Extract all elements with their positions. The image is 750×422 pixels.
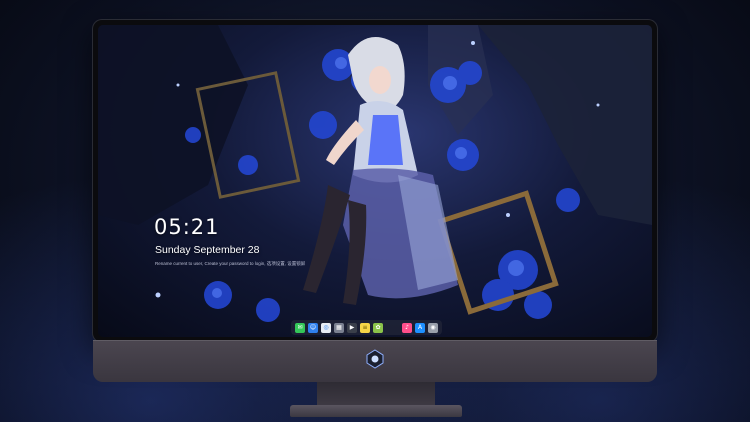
- lock-date: Sunday September 28: [155, 244, 260, 256]
- finder-icon[interactable]: ☺: [308, 322, 318, 333]
- lock-clock: 05:21: [154, 215, 220, 239]
- safari-icon[interactable]: ◎: [321, 322, 331, 333]
- monitor: 05:21 Sunday September 28 Rename current…: [93, 20, 657, 382]
- monitor-chin: [93, 340, 657, 382]
- monitor-bezel: 05:21 Sunday September 28 Rename current…: [93, 20, 657, 342]
- photos-icon[interactable]: ✿: [373, 322, 383, 333]
- dock: ✉ ☺ ◎ ▦ ▶ ≡ ✿ ♪ A ◉: [291, 320, 442, 335]
- music-icon[interactable]: ♪: [402, 322, 412, 333]
- lock-screen[interactable]: 05:21 Sunday September 28 Rename current…: [98, 25, 652, 337]
- messages-icon[interactable]: ✉: [295, 322, 305, 333]
- brand-logo-icon: [366, 349, 384, 369]
- video-icon[interactable]: ▶: [347, 322, 357, 333]
- wallpaper: [98, 25, 652, 322]
- appstore-icon[interactable]: A: [415, 322, 425, 333]
- launchpad-icon[interactable]: ▦: [334, 322, 344, 333]
- notes-icon[interactable]: ≡: [360, 322, 370, 333]
- camera-icon[interactable]: ◉: [428, 322, 438, 333]
- lock-notice: Rename current to user, Create your pass…: [155, 261, 306, 266]
- monitor-stand-base: [290, 405, 462, 417]
